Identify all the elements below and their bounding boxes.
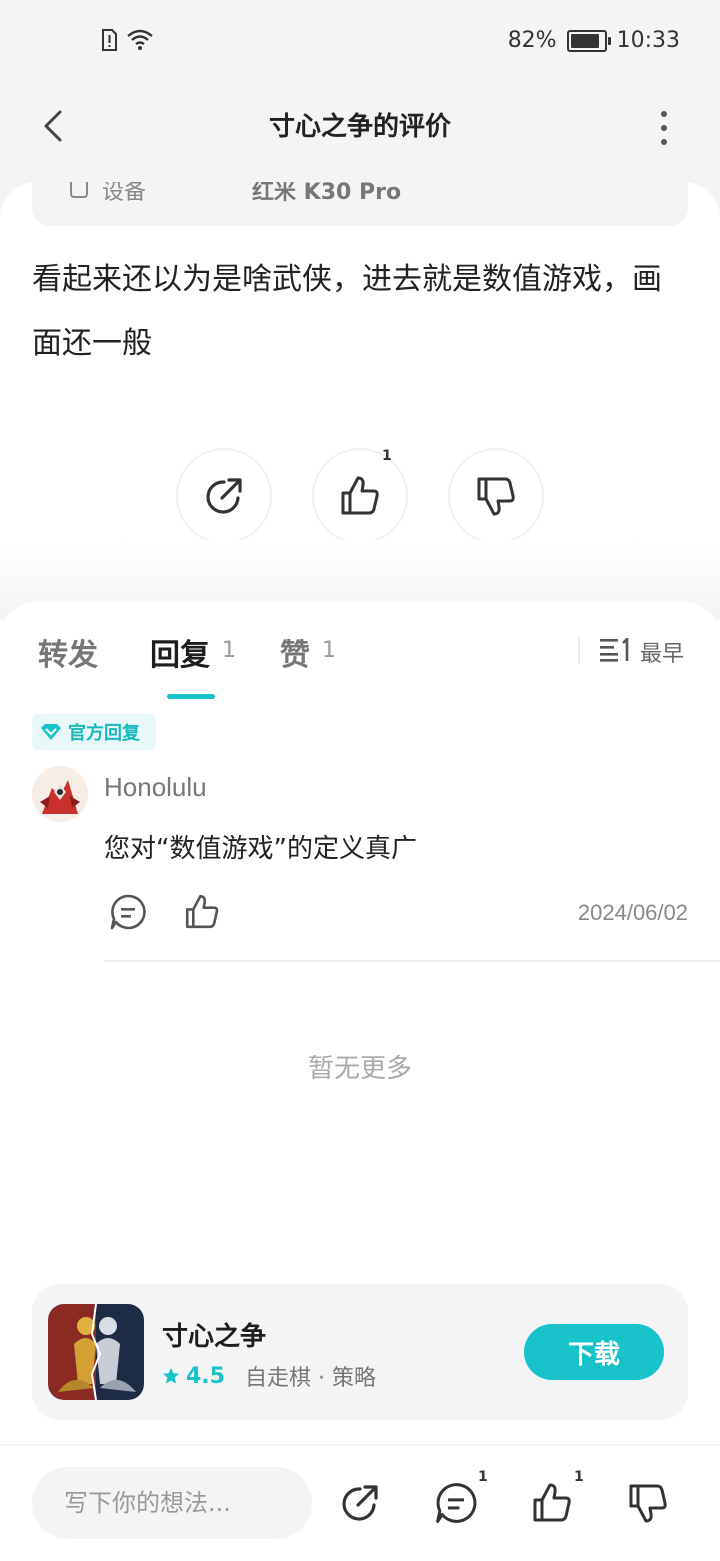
- thumbs-up-icon: [341, 476, 379, 515]
- review-card: 设备 红米 K30 Pro 看起来还以为是啥武侠，进去就是数值游戏，画面还一般 …: [0, 182, 720, 602]
- clock: 10:33: [616, 28, 680, 53]
- app-score: 4.5: [186, 1363, 225, 1389]
- app-name: 寸心之争: [162, 1322, 267, 1352]
- tab-like-count: 1: [322, 638, 336, 663]
- app-rating: 4.5 自走棋 · 策略: [162, 1360, 376, 1392]
- app-tags: 自走棋 · 策略: [244, 1366, 376, 1391]
- like-button[interactable]: [312, 448, 408, 544]
- device-value: 红米 K30 Pro: [252, 182, 402, 205]
- more-vertical-icon: [661, 111, 667, 145]
- thumbs-up-icon[interactable]: [182, 892, 222, 932]
- reply-actions: [108, 892, 222, 932]
- sort-icon[interactable]: [600, 638, 632, 662]
- divider: [104, 960, 720, 962]
- avatar[interactable]: [32, 766, 88, 822]
- more-button[interactable]: [652, 108, 676, 148]
- thumbs-down-icon: [629, 1484, 667, 1523]
- share-button[interactable]: [334, 1477, 386, 1529]
- status-icons-right: 82% 10:33: [508, 28, 680, 53]
- sort-label[interactable]: 最早: [640, 636, 684, 668]
- comment-input[interactable]: [32, 1467, 312, 1539]
- battery-percent: 82%: [507, 28, 557, 53]
- divider: [578, 636, 580, 664]
- phone-icon: [70, 182, 88, 198]
- device-label: 设备: [102, 182, 147, 205]
- bottom-bar: 1 1: [0, 1444, 720, 1561]
- avatar-image: [32, 766, 88, 822]
- status-icons-left: [100, 28, 154, 52]
- tab-active-indicator: [167, 694, 215, 699]
- share-icon: [342, 1485, 378, 1521]
- badge-label: 官方回复: [68, 723, 140, 744]
- review-text: 看起来还以为是啥武侠，进去就是数值游戏，画面还一般: [32, 262, 662, 361]
- tab-reply[interactable]: 回复: [150, 630, 210, 674]
- official-reply-badge: 官方回复: [32, 714, 156, 750]
- app-card[interactable]: 寸心之争 4.5 自走棋 · 策略 下载: [32, 1284, 688, 1420]
- app-icon[interactable]: [48, 1304, 144, 1400]
- download-button[interactable]: 下载: [524, 1324, 664, 1380]
- like-count: 1: [382, 448, 392, 464]
- wifi-icon: [127, 29, 153, 50]
- battery-icon: [566, 29, 611, 52]
- like-count: 1: [574, 1469, 584, 1485]
- page-title: 寸心之争的评价: [268, 112, 451, 142]
- sim-alert-icon: [102, 29, 117, 51]
- reply-text: 您对“数值游戏”的定义真广: [104, 834, 417, 864]
- star-icon: [162, 1367, 180, 1384]
- comment-icon[interactable]: [108, 892, 148, 932]
- reply-username[interactable]: Honolulu: [104, 772, 207, 803]
- tab-like[interactable]: 赞: [280, 630, 310, 674]
- thumbs-down-icon: [477, 477, 515, 516]
- like-button[interactable]: [526, 1477, 578, 1529]
- header: 寸心之争的评价: [0, 84, 720, 168]
- reply-date: 2024/06/02: [577, 900, 688, 925]
- tab-reply-count: 1: [222, 638, 236, 663]
- comment-button[interactable]: [430, 1477, 482, 1529]
- device-info: 设备 红米 K30 Pro: [32, 182, 688, 226]
- share-icon: [206, 478, 242, 514]
- dislike-button[interactable]: [622, 1477, 674, 1529]
- comment-count: 1: [478, 1469, 488, 1485]
- replies-panel: 转发 回复 1 赞 1 最早 官方回复 Honolulu 您对“数值游戏”的定义…: [0, 602, 720, 1302]
- share-button[interactable]: [176, 448, 272, 544]
- tab-share[interactable]: 转发: [38, 630, 98, 674]
- thumbs-up-icon: [533, 1483, 571, 1522]
- dislike-button[interactable]: [448, 448, 544, 544]
- status-bar: 82% 10:33: [0, 0, 720, 84]
- no-more-text: 暂无更多: [307, 1054, 412, 1084]
- diamond-icon: [41, 724, 61, 740]
- app-icon-image: [48, 1304, 144, 1400]
- comment-icon: [436, 1483, 477, 1523]
